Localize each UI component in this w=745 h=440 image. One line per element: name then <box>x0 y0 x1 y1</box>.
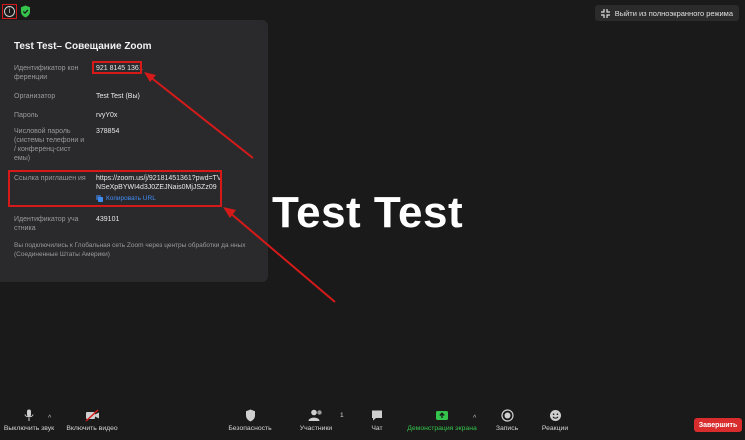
record-icon <box>500 409 514 422</box>
smiley-icon <box>549 410 561 421</box>
start-video-button[interactable]: Включить видео <box>62 404 122 440</box>
participants-label: Участники <box>299 425 333 432</box>
participant-name-display: Test Test <box>272 188 464 237</box>
mute-label: Выключить звук <box>3 425 55 432</box>
end-meeting-button[interactable]: Завершить <box>694 418 742 432</box>
share-screen-button[interactable]: Демонстрация экрана <box>402 404 482 440</box>
record-button[interactable]: Запись <box>492 404 522 440</box>
video-label: Включить видео <box>66 425 118 432</box>
reactions-button[interactable]: Реакции <box>537 404 573 440</box>
microphone-icon <box>24 409 34 421</box>
shield-icon <box>245 409 255 422</box>
audio-options-caret[interactable]: ^ <box>48 415 51 422</box>
arrow-to-meeting-id <box>148 75 254 159</box>
security-button[interactable]: Безопасность <box>222 404 278 440</box>
security-label: Безопасность <box>228 425 272 432</box>
chat-icon <box>372 410 382 421</box>
participants-button[interactable]: Участники <box>293 404 339 440</box>
chat-label: Чат <box>371 425 383 432</box>
chat-button[interactable]: Чат <box>364 404 390 440</box>
mute-button[interactable]: Выключить звук <box>0 404 58 440</box>
meeting-toolbar: Выключить звук ^ Включить видео Безопасн… <box>0 404 745 440</box>
share-options-caret[interactable]: ^ <box>473 415 476 422</box>
record-label: Запись <box>495 425 519 432</box>
share-screen-icon <box>436 411 448 420</box>
share-screen-label: Демонстрация экрана <box>407 425 477 432</box>
zoom-meeting-window: { "top_bar": { "exit_fullscreen_label": … <box>0 0 745 440</box>
participants-icon <box>308 409 322 421</box>
participants-count: 1 <box>340 412 344 419</box>
video-off-icon <box>85 409 99 422</box>
reactions-label: Реакции <box>541 425 569 432</box>
